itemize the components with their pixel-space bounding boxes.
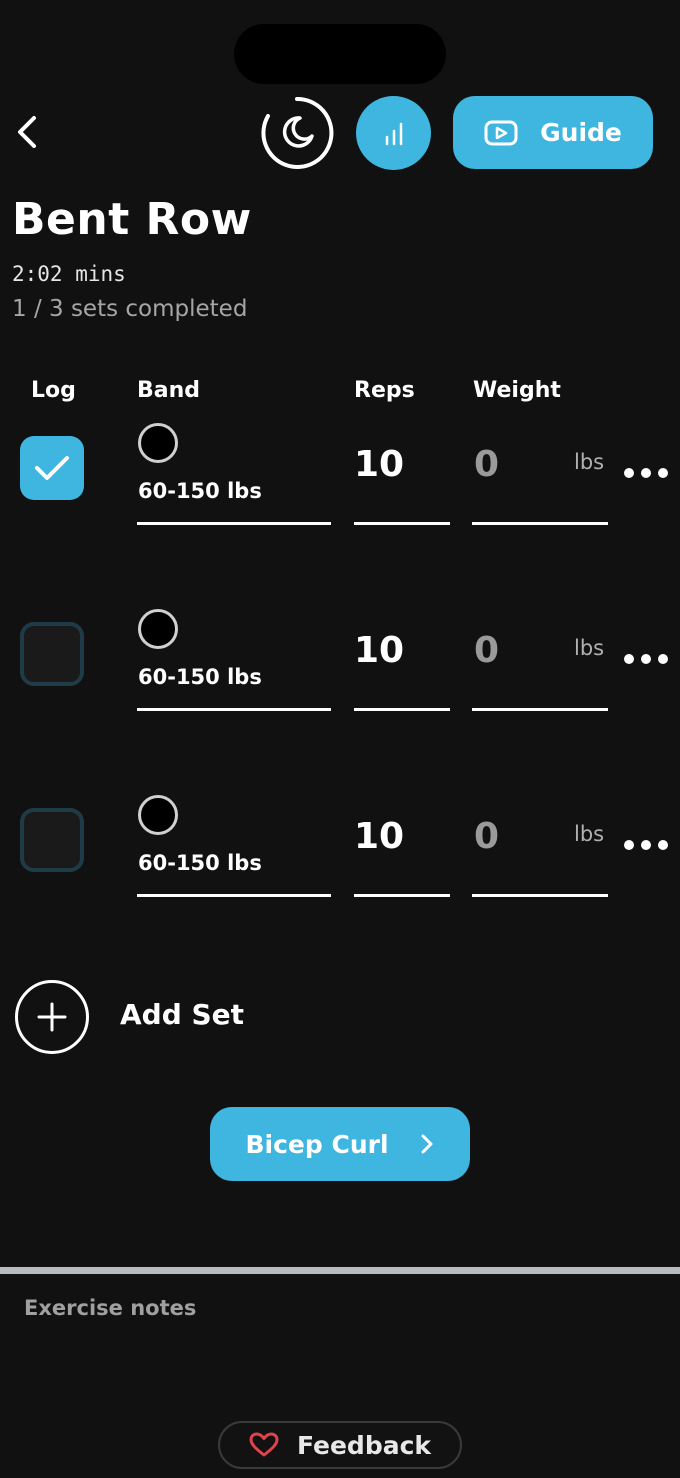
set-3-weight-underline — [472, 894, 608, 897]
chevron-right-icon — [421, 1134, 433, 1154]
plus-icon — [37, 1002, 67, 1032]
next-exercise-label: Bicep Curl — [245, 1129, 389, 1159]
set-1-more-button[interactable] — [624, 461, 668, 485]
exercise-duration: 2:02 mins — [12, 262, 126, 286]
back-button[interactable] — [8, 108, 48, 156]
set-2-weight-unit: lbs — [574, 636, 605, 660]
set-2-band-underline — [137, 708, 331, 711]
set-3-reps-input[interactable]: 10 — [354, 816, 404, 857]
next-exercise-button[interactable]: Bicep Curl — [210, 1107, 470, 1181]
sets-progress: 1 / 3 sets completed — [12, 296, 248, 322]
more-dots-icon — [624, 840, 634, 850]
set-3-band-underline — [137, 894, 331, 897]
column-header-log: Log — [31, 378, 76, 403]
set-2-band-selector[interactable] — [138, 609, 178, 649]
set-2-reps-underline — [354, 708, 450, 711]
feedback-button[interactable]: Feedback — [218, 1421, 462, 1469]
add-set-label[interactable]: Add Set — [120, 998, 244, 1031]
notes-divider — [0, 1267, 680, 1274]
feedback-label: Feedback — [296, 1430, 432, 1460]
set-3-band-selector[interactable] — [138, 795, 178, 835]
set-3-weight-unit: lbs — [574, 822, 605, 846]
set-1-reps-underline — [354, 522, 450, 525]
set-2-weight-input[interactable]: 0 — [474, 630, 499, 671]
column-header-reps: Reps — [354, 378, 415, 403]
set-2-log-checkbox[interactable] — [20, 622, 84, 686]
set-3-more-button[interactable] — [624, 833, 668, 857]
set-2-reps-input[interactable]: 10 — [354, 630, 404, 671]
exercise-title: Bent Row — [12, 194, 252, 245]
back-chevron-icon — [18, 116, 36, 148]
set-1-band-underline — [137, 522, 331, 525]
set-2-more-button[interactable] — [624, 647, 668, 671]
set-1-band-selector[interactable] — [138, 423, 178, 463]
set-1-band-label: 60-150 lbs — [138, 479, 262, 503]
more-dots-icon — [624, 654, 634, 664]
stats-button[interactable] — [356, 96, 431, 170]
play-video-icon — [484, 120, 518, 145]
checkmark-icon — [35, 456, 69, 480]
bar-chart-icon — [385, 122, 402, 146]
set-1-log-checkbox[interactable] — [20, 436, 84, 500]
heart-icon — [249, 1432, 279, 1457]
guide-label: Guide — [540, 118, 622, 147]
set-1-weight-underline — [472, 522, 608, 525]
rest-timer-button[interactable] — [260, 96, 334, 170]
more-dots-icon — [624, 468, 634, 478]
column-header-weight: Weight — [473, 378, 561, 403]
moon-timer-icon — [261, 96, 334, 169]
set-2-band-label: 60-150 lbs — [138, 665, 262, 689]
guide-button[interactable]: Guide — [453, 96, 653, 169]
set-1-reps-input[interactable]: 10 — [354, 444, 404, 485]
add-set-button[interactable] — [15, 980, 89, 1054]
set-1-weight-unit: lbs — [574, 450, 605, 474]
set-3-reps-underline — [354, 894, 450, 897]
set-3-weight-input[interactable]: 0 — [474, 816, 499, 857]
device-notch — [234, 24, 446, 84]
set-3-band-label: 60-150 lbs — [138, 851, 262, 875]
column-header-band: Band — [137, 378, 201, 403]
exercise-notes-label[interactable]: Exercise notes — [24, 1296, 196, 1320]
set-1-weight-input[interactable]: 0 — [474, 444, 499, 485]
set-3-log-checkbox[interactable] — [20, 808, 84, 872]
set-2-weight-underline — [472, 708, 608, 711]
